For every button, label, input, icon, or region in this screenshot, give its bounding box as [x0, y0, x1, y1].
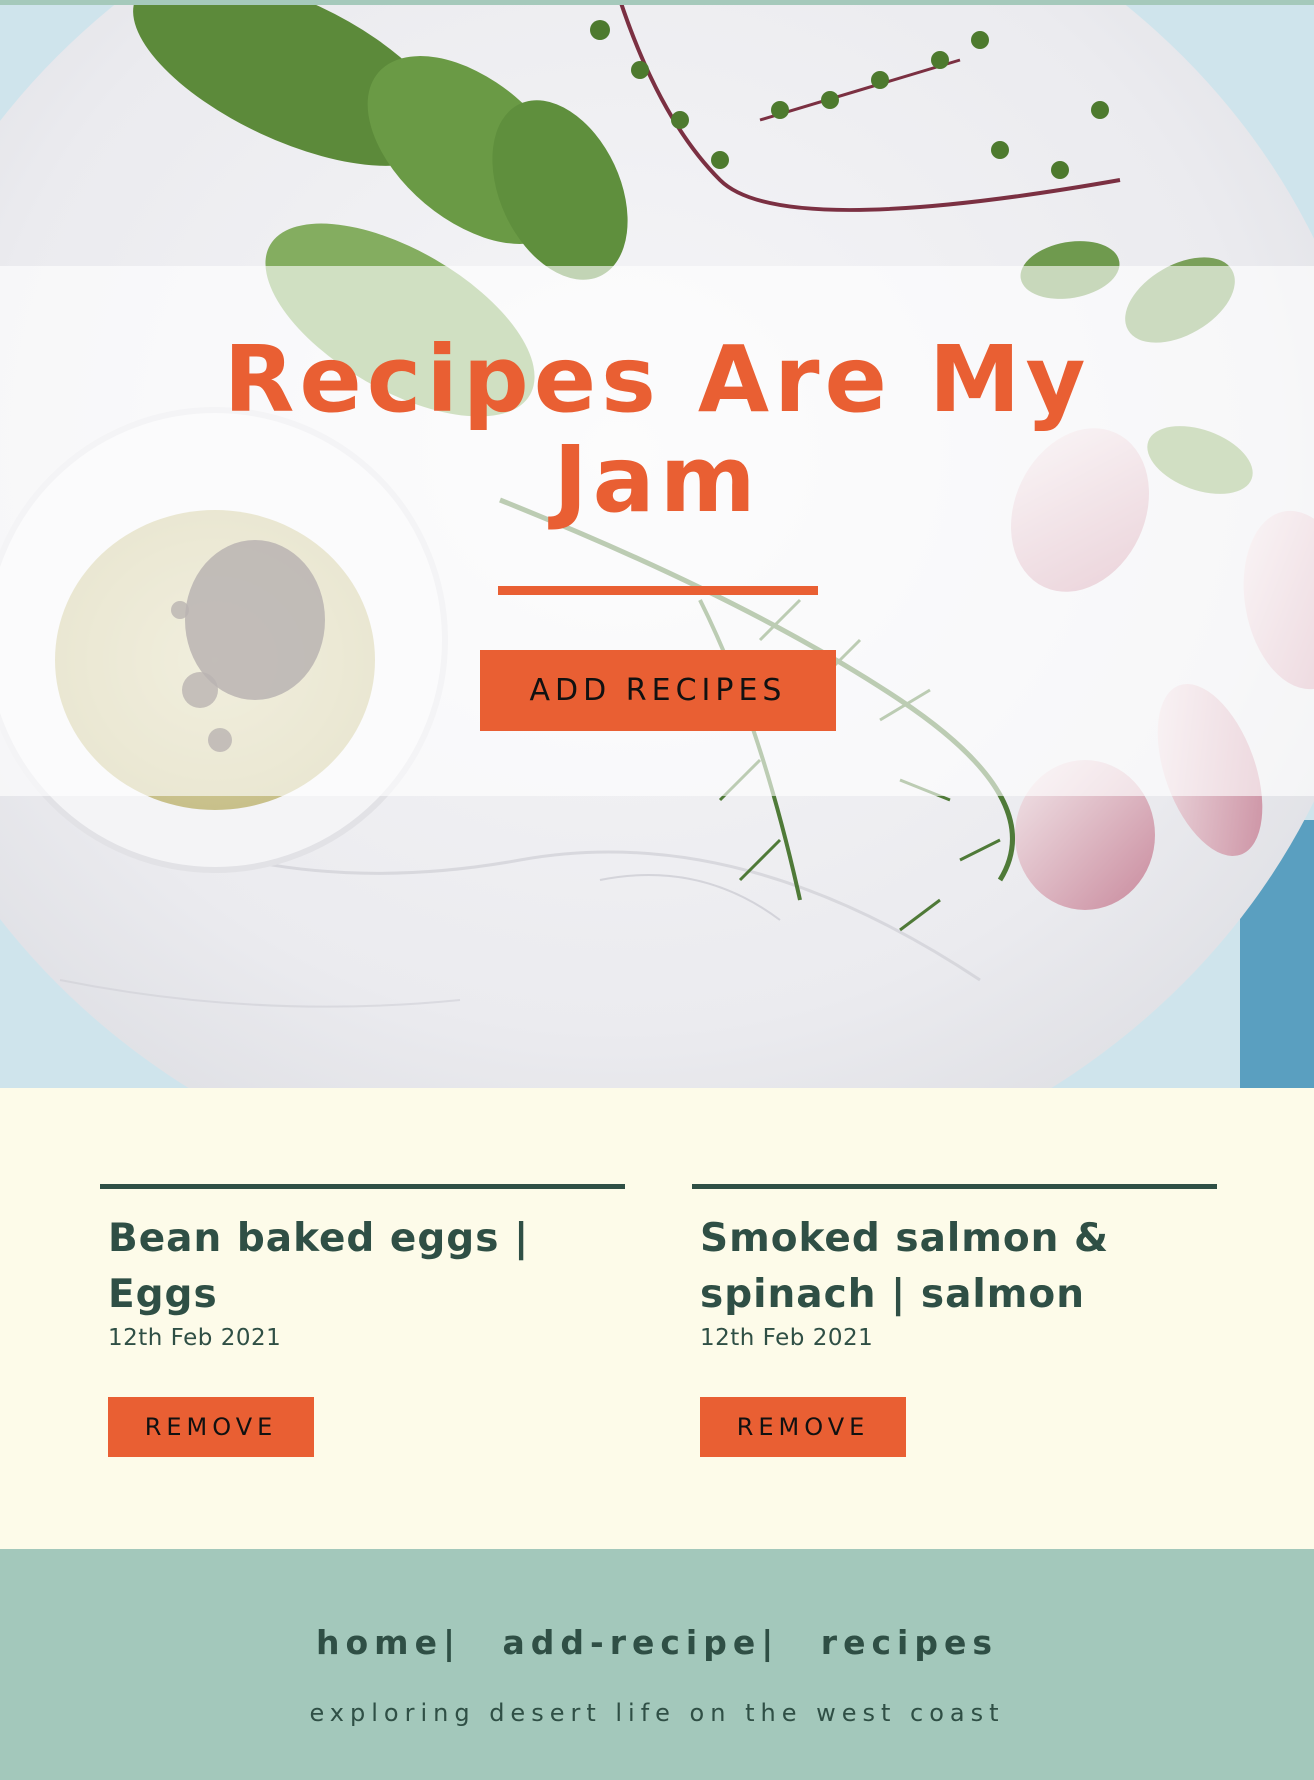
add-recipes-button[interactable]: ADD RECIPES — [480, 650, 836, 731]
recipe-date: 12th Feb 2021 — [700, 1325, 874, 1351]
recipe-card: Smoked salmon & spinach | salmon 12th Fe… — [692, 1184, 1217, 1457]
title-underline — [498, 586, 818, 595]
hero-top-strip — [0, 0, 1314, 5]
footer-nav: home| add-recipe| recipes — [0, 1623, 1314, 1662]
recipe-date: 12th Feb 2021 — [108, 1325, 282, 1351]
hero-section: Recipes Are My Jam ADD RECIPES — [0, 0, 1314, 1088]
card-divider — [692, 1184, 1217, 1189]
footer-link-add-recipe[interactable]: add-recipe| — [503, 1623, 780, 1662]
remove-recipe-button[interactable]: REMOVE — [108, 1397, 314, 1457]
recipe-card: Bean baked eggs | Eggs 12th Feb 2021 REM… — [100, 1184, 625, 1457]
recipe-list: Bean baked eggs | Eggs 12th Feb 2021 REM… — [0, 1088, 1314, 1549]
recipe-title: Bean baked eggs | Eggs — [108, 1216, 530, 1317]
footer-link-recipes[interactable]: recipes — [821, 1623, 998, 1662]
footer-link-home[interactable]: home| — [316, 1623, 461, 1662]
footer: home| add-recipe| recipes exploring dese… — [0, 1549, 1314, 1780]
recipe-title: Smoked salmon & spinach | salmon — [700, 1216, 1110, 1317]
page-title: Recipes Are My Jam — [223, 326, 1091, 533]
card-divider — [100, 1184, 625, 1189]
footer-tagline: exploring desert life on the west coast — [309, 1699, 1005, 1727]
remove-recipe-button[interactable]: REMOVE — [700, 1397, 906, 1457]
